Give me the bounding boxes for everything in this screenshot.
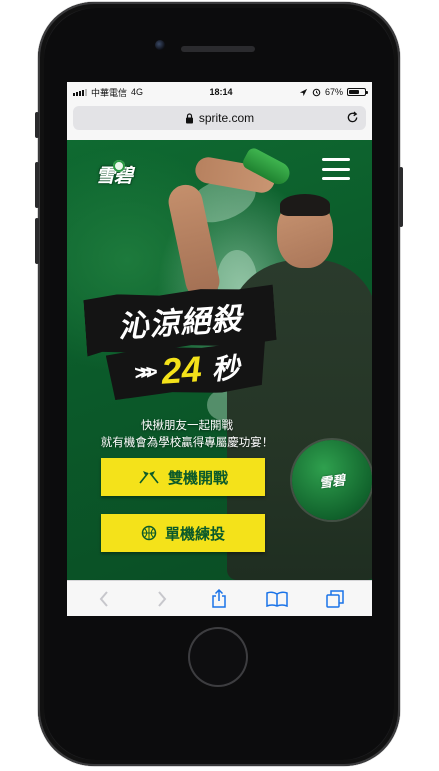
tabs-icon[interactable] (321, 585, 349, 613)
model-hair (280, 194, 330, 216)
status-bar: 中華電信 4G 18:14 67% (67, 82, 372, 102)
battery-percent: 67% (324, 87, 343, 97)
book-icon[interactable] (263, 585, 291, 613)
multiplayer-label: 雙機開戰 (167, 469, 228, 487)
address-bar[interactable]: sprite.com (73, 106, 366, 130)
phone-screen: 中華電信 4G 18:14 67% sprite.com 雪碧 雪碧 沁涼絕殺 … (67, 82, 372, 616)
mute-switch (35, 112, 39, 138)
url-text: sprite.com (198, 111, 255, 125)
web-content: 雪碧 雪碧 沁涼絕殺 >>> 24 秒 快揪朋友一起開戰 就有機會為學校贏得專屬… (67, 140, 372, 580)
browser-toolbar (67, 580, 372, 616)
countdown-number: 24 (160, 348, 203, 392)
tagline-line-2: 就有機會為學校贏得專屬慶功宴！ (100, 437, 274, 449)
menu-bar (322, 177, 350, 180)
chevron-right-icon[interactable] (148, 585, 176, 613)
share-icon[interactable] (205, 585, 233, 613)
ball-logo-text: 雪碧 (318, 471, 347, 491)
earpiece-speaker (181, 46, 255, 52)
home-button[interactable] (188, 627, 248, 687)
menu-bar (322, 167, 350, 171)
sprite-basketball: 雪碧 (292, 440, 372, 520)
front-camera (155, 40, 165, 50)
logo-badge-icon (113, 160, 125, 172)
sprite-logo[interactable]: 雪碧 (85, 154, 143, 194)
menu-bar (322, 158, 350, 161)
address-bar-area: sprite.com (67, 102, 372, 136)
status-right: 67% (299, 87, 368, 97)
clock: 18:14 (209, 87, 233, 97)
battery-level (348, 90, 360, 94)
volume-down-button (35, 218, 39, 264)
volume-up-button (35, 162, 39, 208)
hamburger-menu-icon[interactable] (322, 158, 350, 180)
carrier-name: 中華電信 (91, 87, 128, 98)
chevrons-icon: >>> (133, 361, 153, 385)
headline-text: 沁涼絕殺 (117, 302, 244, 345)
signal-strength-icon (73, 88, 87, 96)
countdown-unit: 秒 (210, 352, 241, 386)
status-left: 中華電信 4G (73, 86, 143, 99)
basketball-icon (141, 525, 157, 541)
reload-icon[interactable] (346, 111, 359, 124)
power-button (399, 167, 403, 227)
single-player-label: 單機練投 (164, 525, 225, 543)
tagline-line-1: 快揪朋友一起開戰 (141, 420, 233, 432)
tagline: 快揪朋友一起開戰 就有機會為學校贏得專屬慶功宴！ (67, 418, 307, 452)
multiplayer-button[interactable]: 雙機開戰 (101, 458, 265, 496)
location-icon (299, 88, 308, 96)
alarm-icon (312, 88, 321, 96)
battery-icon (346, 88, 368, 96)
lock-icon (185, 112, 194, 124)
crossed-flags-icon (138, 470, 160, 484)
chevron-left-icon[interactable] (90, 585, 118, 613)
single-player-button[interactable]: 單機練投 (101, 514, 265, 552)
network-type: 4G (131, 87, 144, 97)
